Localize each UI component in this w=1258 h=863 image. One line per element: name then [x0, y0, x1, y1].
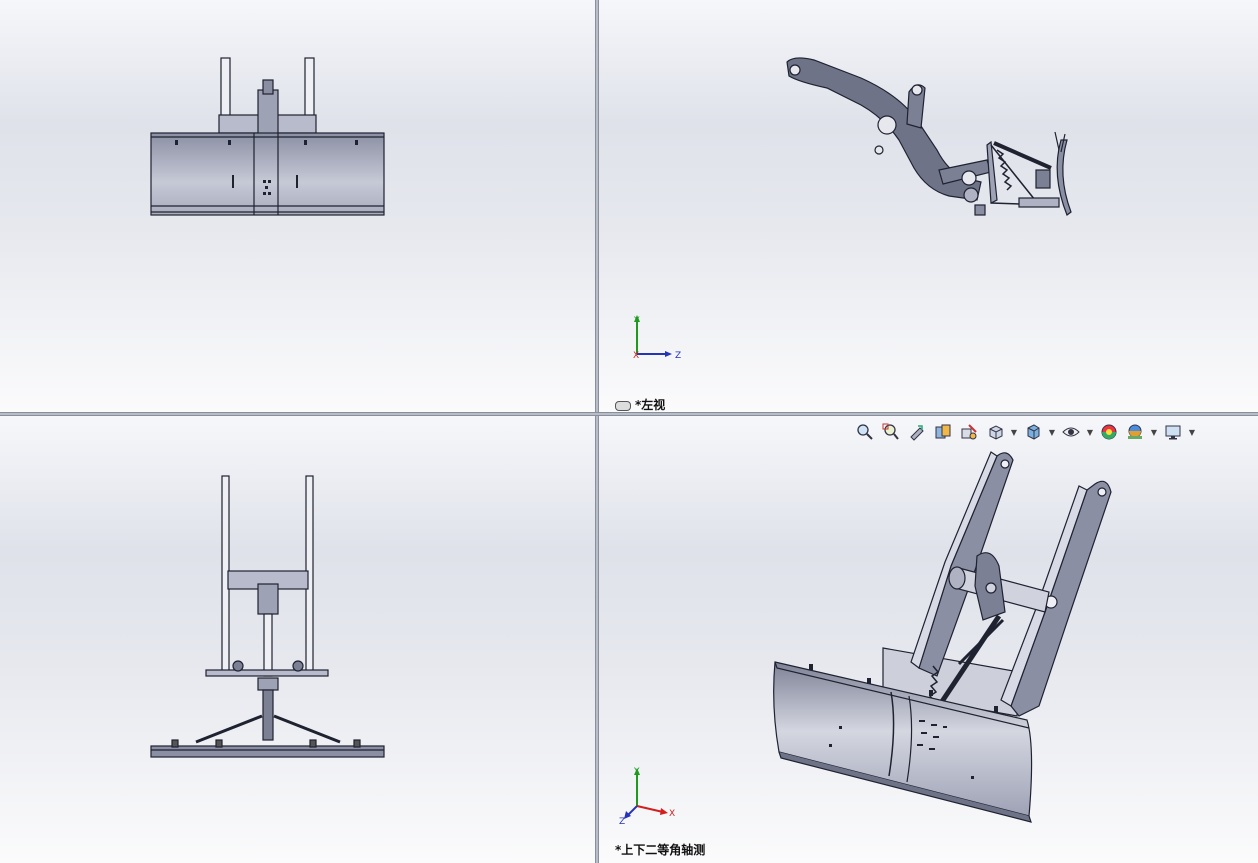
viewport-splitter-horizontal[interactable] [0, 412, 1258, 416]
viewport-iso-label: *上下二等角轴测 [615, 843, 706, 857]
apply-scene-dropdown[interactable]: ▼ [1150, 428, 1158, 437]
viewport-left-label: *左视 [615, 396, 665, 412]
coordinate-triad-iso: Y X Z [619, 767, 675, 826]
display-style-icon[interactable] [1022, 422, 1044, 442]
view-settings-dropdown[interactable]: ▼ [1188, 428, 1196, 437]
top-view-model [150, 475, 385, 758]
display-style-dropdown[interactable]: ▼ [1048, 428, 1056, 437]
quad-view: Y X Z *左视 ▼ ▼ ▼ ▼ ▼ Y X Z *上下二等角轴测 [0, 0, 1258, 863]
coordinate-triad: Y X Z [633, 315, 681, 361]
zoom-to-area-icon[interactable] [880, 422, 902, 442]
viewport-left[interactable]: Y X Z *左视 [599, 0, 1258, 412]
triad-iso-z-label: Z [619, 817, 625, 826]
viewport-front[interactable] [0, 0, 595, 412]
triad-iso-x-label: X [669, 809, 675, 819]
viewport-top[interactable] [0, 416, 595, 863]
triad-x-label: X [633, 351, 639, 361]
hide-show-items-icon[interactable] [1060, 422, 1082, 442]
previous-view-icon[interactable] [906, 422, 928, 442]
view-settings-icon[interactable] [1162, 422, 1184, 442]
apply-scene-icon[interactable] [1124, 422, 1146, 442]
viewport-splitter-vertical[interactable] [595, 0, 599, 863]
view-orientation-icon[interactable] [984, 422, 1006, 442]
iso-view-model [773, 451, 1112, 823]
viewport-iso[interactable]: ▼ ▼ ▼ ▼ ▼ Y X Z *上下二等角轴测 [599, 416, 1258, 863]
edit-appearance-icon[interactable] [1098, 422, 1120, 442]
link-views-icon [615, 400, 631, 411]
front-view-model [150, 57, 385, 216]
heads-up-view-toolbar: ▼ ▼ ▼ ▼ ▼ [854, 422, 1196, 442]
section-view-icon[interactable] [932, 422, 954, 442]
view-orientation-dropdown[interactable]: ▼ [1010, 428, 1018, 437]
triad-y-label: Y [633, 316, 640, 326]
dynamic-annotation-icon[interactable] [958, 422, 980, 442]
hide-show-items-dropdown[interactable]: ▼ [1086, 428, 1094, 437]
triad-z-label: Z [675, 351, 681, 361]
zoom-to-fit-icon[interactable] [854, 422, 876, 442]
triad-iso-y-label: Y [633, 767, 640, 777]
left-view-model [786, 57, 1072, 216]
